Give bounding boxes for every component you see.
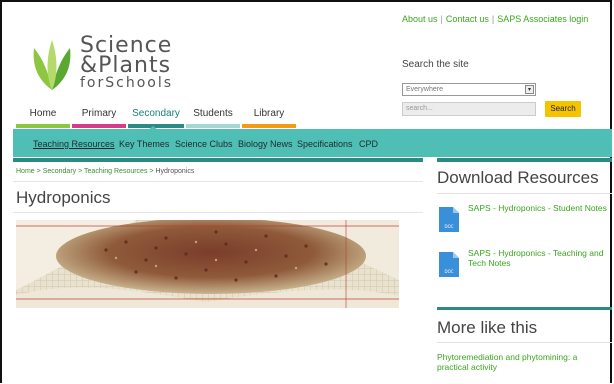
saps-logo-icon[interactable]	[28, 36, 76, 92]
logo-line-3: forSchools	[80, 75, 174, 91]
breadcrumb-sep: >	[78, 168, 83, 175]
chevron-down-icon[interactable]: ▾	[525, 85, 534, 94]
nav-students-bar	[186, 124, 240, 128]
sub-nav-bar: Teaching Resources Key Themes Science Cl…	[13, 129, 612, 157]
page-title: Hydroponics	[16, 188, 111, 207]
resource-link-student-notes[interactable]: SAPS - Hydroponics - Student Notes	[468, 203, 614, 213]
nav-home-label: Home	[29, 108, 57, 119]
nav-home-bar	[16, 124, 70, 128]
breadcrumb-teaching-resources[interactable]: Teaching Resources	[84, 168, 147, 175]
about-us-link[interactable]: About us	[402, 14, 438, 24]
hydroponics-photo	[16, 220, 399, 308]
nav-primary-label: Primary	[81, 108, 117, 119]
nav-secondary[interactable]: Secondary	[128, 108, 184, 128]
sidebar-divider	[437, 307, 612, 310]
document-icon[interactable]: DOC	[439, 207, 459, 232]
content-divider	[13, 158, 423, 162]
divider	[437, 193, 612, 194]
search-placeholder: search...	[406, 105, 433, 112]
subnav-biology-news[interactable]: Biology News	[238, 139, 293, 149]
nav-primary[interactable]: Primary	[72, 108, 126, 128]
site-logo-text[interactable]: Science &Plants forSchools	[80, 35, 174, 91]
search-title: Search the site	[402, 59, 469, 70]
breadcrumb-home[interactable]: Home	[16, 168, 35, 175]
more-like-this-title: More like this	[437, 318, 538, 337]
separator: |	[440, 14, 443, 24]
divider	[13, 212, 423, 213]
contact-us-link[interactable]: Contact us	[446, 14, 489, 24]
active-nav-indicator	[148, 126, 158, 130]
main-nav: Home Primary Secondary Students Library	[16, 108, 300, 128]
search-scope-select[interactable]: Everywhere ▾	[402, 83, 536, 96]
document-icon-label: DOC	[444, 224, 453, 229]
subnav-specifications[interactable]: Specifications	[297, 139, 353, 149]
related-link-phytoremediation[interactable]: Phytoremediation and phytomining: a prac…	[437, 352, 587, 372]
search-scope-value: Everywhere	[406, 86, 443, 93]
logo-line-2: &Plants	[80, 53, 172, 78]
divider	[437, 342, 612, 343]
download-resources-title: Download Resources	[437, 168, 599, 187]
nav-library[interactable]: Library	[242, 108, 296, 128]
nav-home[interactable]: Home	[16, 108, 70, 128]
search-input[interactable]: search...	[402, 102, 536, 116]
subnav-teaching-resources[interactable]: Teaching Resources	[33, 139, 115, 149]
nav-secondary-label: Secondary	[132, 108, 180, 119]
breadcrumb-current: Hydroponics	[155, 168, 195, 175]
subnav-science-clubs[interactable]: Science Clubs	[175, 139, 233, 149]
nav-library-bar	[242, 124, 296, 128]
sidebar-divider	[437, 158, 612, 162]
breadcrumb-secondary[interactable]: Secondary	[43, 168, 76, 175]
document-icon-label: DOC	[444, 269, 453, 274]
search-button[interactable]: Search	[545, 101, 581, 117]
subnav-cpd[interactable]: CPD	[359, 139, 378, 149]
nav-primary-bar	[72, 124, 126, 128]
document-icon[interactable]: DOC	[439, 252, 459, 277]
nav-students-label: Students	[193, 108, 233, 119]
nav-library-label: Library	[253, 108, 285, 119]
divider	[13, 181, 423, 182]
breadcrumb-sep: >	[149, 168, 154, 175]
resource-link-teaching-notes[interactable]: SAPS - Hydroponics - Teaching and Tech N…	[468, 248, 614, 268]
associates-login-link[interactable]: SAPS Associates login	[497, 14, 588, 24]
breadcrumb: Home > Secondary > Teaching Resources > …	[16, 168, 194, 175]
breadcrumb-sep: >	[36, 168, 41, 175]
subnav-key-themes[interactable]: Key Themes	[119, 139, 169, 149]
top-links: About us | Contact us | SAPS Associates logi…	[402, 14, 588, 24]
separator: |	[491, 14, 495, 24]
nav-students[interactable]: Students	[186, 108, 240, 128]
